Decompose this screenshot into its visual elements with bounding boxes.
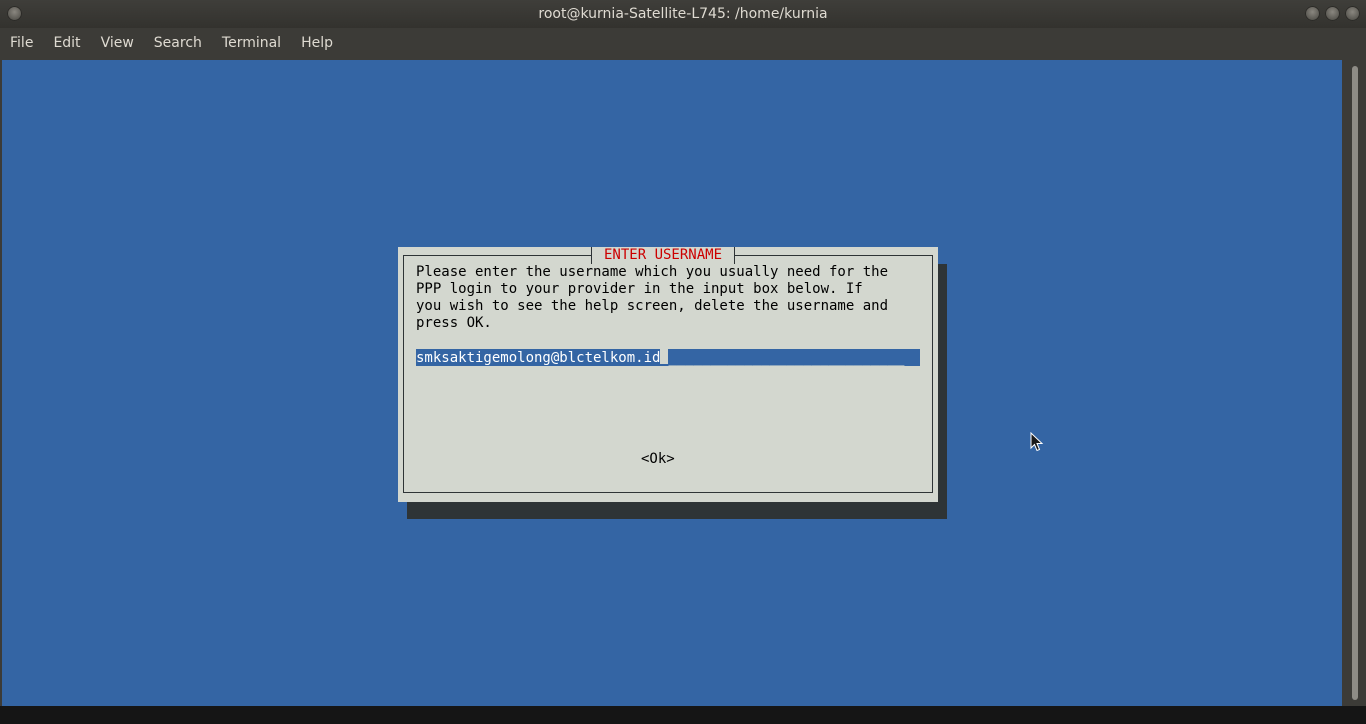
dialog-title: ENTER USERNAME — [591, 247, 736, 264]
window-title: root@kurnia-Satellite-L745: /home/kurnia — [538, 6, 828, 22]
title-bar[interactable]: root@kurnia-Satellite-L745: /home/kurnia — [0, 0, 1366, 28]
dialog-message: Please enter the username which you usua… — [416, 264, 889, 331]
close-icon[interactable] — [1345, 6, 1360, 21]
input-fill: ____________________________ — [668, 350, 905, 366]
ok-button[interactable]: <Ok> — [641, 451, 675, 468]
username-input[interactable]: smksaktigemolong@blctelkom.id ___________… — [416, 349, 920, 366]
minimize-icon[interactable] — [1305, 6, 1320, 21]
menu-view[interactable]: View — [91, 28, 144, 59]
menu-help[interactable]: Help — [291, 28, 343, 59]
username-input-value: smksaktigemolong@blctelkom.id — [416, 350, 661, 366]
scrollbar[interactable] — [1344, 60, 1366, 706]
menu-terminal[interactable]: Terminal — [212, 28, 291, 59]
menu-search[interactable]: Search — [144, 28, 212, 59]
maximize-icon[interactable] — [1325, 6, 1340, 21]
mouse-pointer-icon — [1030, 432, 1044, 452]
bottom-edge — [0, 706, 1366, 724]
scrollbar-thumb[interactable] — [1352, 66, 1358, 700]
menu-file[interactable]: File — [0, 28, 43, 59]
menu-edit[interactable]: Edit — [43, 28, 90, 59]
terminal-window: root@kurnia-Satellite-L745: /home/kurnia… — [0, 0, 1366, 724]
menu-bar: File Edit View Search Terminal Help — [0, 28, 1366, 59]
window-menu-icon[interactable] — [7, 6, 22, 21]
